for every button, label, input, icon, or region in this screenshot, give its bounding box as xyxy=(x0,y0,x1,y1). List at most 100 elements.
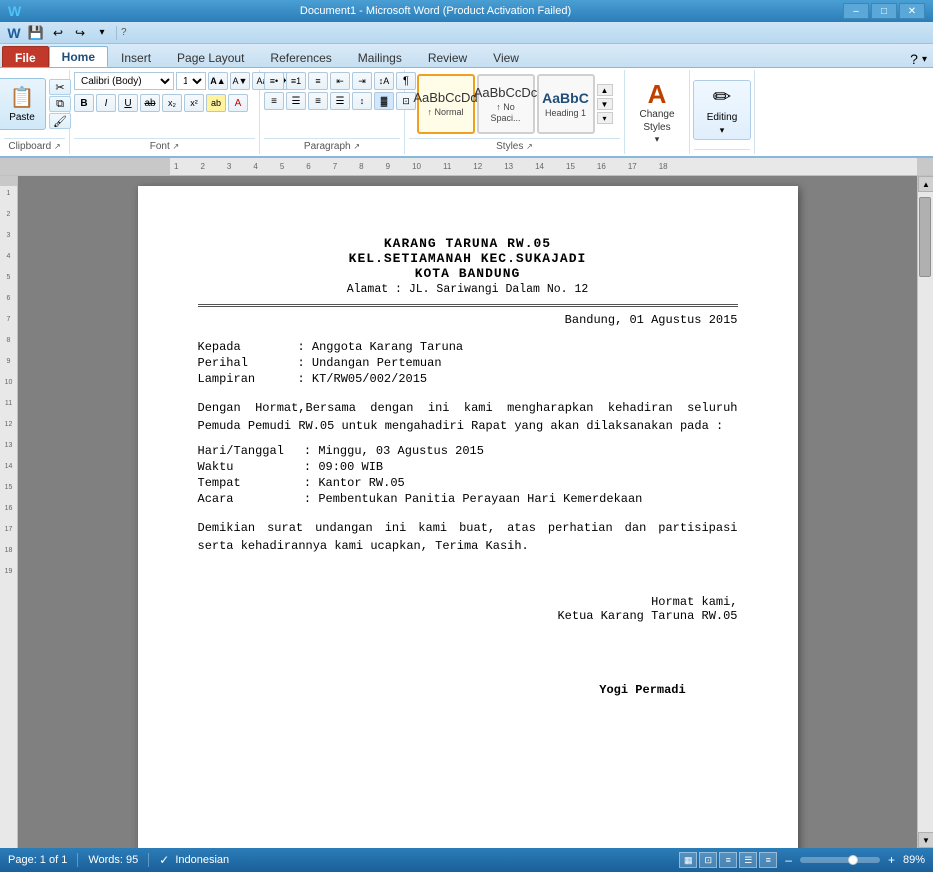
scroll-thumb[interactable] xyxy=(919,197,931,277)
scroll-down-arrow[interactable]: ▼ xyxy=(597,98,613,110)
outline-button[interactable]: ☰ xyxy=(739,852,757,868)
heading1-sample: AaBbC xyxy=(542,90,589,106)
change-styles-button[interactable]: A ChangeStyles ▾ xyxy=(631,76,683,148)
qa-help: ? xyxy=(121,27,127,38)
draft-button[interactable]: ≡ xyxy=(759,852,777,868)
doc-body-para1: Dengan Hormat,Bersama dengan ini kami me… xyxy=(198,399,738,435)
cut-button[interactable]: ✂ xyxy=(49,79,71,95)
align-center-button[interactable]: ☰ xyxy=(286,92,306,110)
detail-label-tanggal: Hari/Tanggal xyxy=(198,443,284,459)
scroll-track[interactable] xyxy=(918,192,933,832)
font-label: Font ↗ xyxy=(74,138,255,152)
italic-button[interactable]: I xyxy=(96,94,116,112)
highlight-button[interactable]: ab xyxy=(206,94,226,112)
detail-row-acara: Acara : Pembentukan Panitia Perayaan Har… xyxy=(198,491,643,507)
doc-divider xyxy=(198,304,738,307)
grow-font-button[interactable]: A▲ xyxy=(208,72,228,90)
format-painter-button[interactable]: 🖌 xyxy=(49,113,71,129)
view-buttons: ▦ ⊡ ≡ ☰ ≡ xyxy=(679,852,777,868)
clipboard-label: Clipboard ↗ xyxy=(4,138,65,152)
nospace-sample: AaBbCcDc xyxy=(474,85,538,100)
ribbon-help[interactable]: ? xyxy=(910,51,918,67)
language-icon: ✓ xyxy=(159,853,169,867)
scroll-more-arrow[interactable]: ▾ xyxy=(597,112,613,124)
undo-button[interactable]: ↩ xyxy=(48,24,68,42)
zoom-slider[interactable] xyxy=(800,857,880,863)
document-page[interactable]: KARANG TARUNA RW.05 KEL.SETIAMANAH KEC.S… xyxy=(138,186,798,848)
vertical-scrollbar: ▲ ▼ xyxy=(917,176,933,848)
font-size-select[interactable]: 11 xyxy=(176,72,206,90)
scroll-down-button[interactable]: ▼ xyxy=(918,832,933,848)
style-nospace-button[interactable]: AaBbCcDc ↑ No Spaci... xyxy=(477,74,535,134)
word-icon: W xyxy=(4,24,24,42)
style-heading1-button[interactable]: AaBbC Heading 1 xyxy=(537,74,595,134)
justify-button[interactable]: ☰ xyxy=(330,92,350,110)
line-spacing-button[interactable]: ↕ xyxy=(352,92,372,110)
doc-date: Bandung, 01 Agustus 2015 xyxy=(198,313,738,327)
zoom-out-button[interactable]: – xyxy=(785,853,792,867)
full-screen-button[interactable]: ⊡ xyxy=(699,852,717,868)
more-button[interactable]: ▾ xyxy=(92,24,112,42)
bold-button[interactable]: B xyxy=(74,94,94,112)
scroll-up-arrow[interactable]: ▲ xyxy=(597,84,613,96)
tab-home[interactable]: Home xyxy=(49,46,108,67)
multilevel-button[interactable]: ≡ xyxy=(308,72,328,90)
scroll-up-button[interactable]: ▲ xyxy=(918,176,933,192)
align-right-button[interactable]: ≡ xyxy=(308,92,328,110)
tab-insert[interactable]: Insert xyxy=(108,46,164,67)
close-button[interactable]: ✕ xyxy=(899,3,925,19)
document-area[interactable]: KARANG TARUNA RW.05 KEL.SETIAMANAH KEC.S… xyxy=(18,176,917,848)
change-styles-label: ChangeStyles xyxy=(639,108,674,134)
ruler-content: 12345 678910 1112131415 161718 xyxy=(170,158,917,175)
zoom-in-button[interactable]: + xyxy=(888,853,895,867)
tab-review[interactable]: Review xyxy=(415,46,480,67)
tab-file[interactable]: File xyxy=(2,46,49,67)
styles-scroll[interactable]: ▲ ▼ ▾ xyxy=(597,84,613,124)
superscript-button[interactable]: x² xyxy=(184,94,204,112)
copy-button[interactable]: ⧉ xyxy=(49,96,71,112)
font-name-select[interactable]: Calibri (Body) xyxy=(74,72,174,90)
bullets-button[interactable]: ≡• xyxy=(264,72,284,90)
decrease-indent-button[interactable]: ⇤ xyxy=(330,72,350,90)
doc-details: Hari/Tanggal : Minggu, 03 Agustus 2015 W… xyxy=(198,443,738,507)
ribbon-more[interactable]: ▾ xyxy=(922,54,927,65)
zoom-thumb[interactable] xyxy=(848,855,858,865)
doc-signature: Hormat kami, Ketua Karang Taruna RW.05 xyxy=(198,595,738,623)
print-layout-button[interactable]: ▦ xyxy=(679,852,697,868)
shrink-font-button[interactable]: A▼ xyxy=(230,72,250,90)
numbering-button[interactable]: ≡1 xyxy=(286,72,306,90)
font-color-button[interactable]: A xyxy=(228,94,248,112)
doc-closing: Demikian surat undangan ini kami buat, a… xyxy=(198,519,738,555)
tab-references[interactable]: References xyxy=(257,46,344,67)
sort-button[interactable]: ↕A xyxy=(374,72,394,90)
underline-button[interactable]: U xyxy=(118,94,138,112)
redo-button[interactable]: ↪ xyxy=(70,24,90,42)
tab-mailings[interactable]: Mailings xyxy=(345,46,415,67)
editing-button[interactable]: ✏ Editing ▾ xyxy=(693,80,751,140)
editing-label: Editing xyxy=(707,112,738,123)
clipboard-group: 📋 Paste ✂ ⧉ 🖌 Clipboard ↗ xyxy=(0,70,70,154)
web-layout-button[interactable]: ≡ xyxy=(719,852,737,868)
save-button[interactable]: 💾 xyxy=(26,24,46,42)
minimize-button[interactable]: – xyxy=(843,3,869,19)
zoom-level: 89% xyxy=(903,854,925,866)
style-normal-button[interactable]: AaBbCcDd ↑ Normal xyxy=(417,74,475,134)
tab-view[interactable]: View xyxy=(480,46,532,67)
editing-icon: ✏ xyxy=(713,84,731,110)
strikethrough-button[interactable]: ab xyxy=(140,94,160,112)
maximize-button[interactable]: □ xyxy=(871,3,897,19)
detail-value-tempat: : Kantor RW.05 xyxy=(304,475,642,491)
detail-label-waktu: Waktu xyxy=(198,459,284,475)
doc-title1: KARANG TARUNA RW.05 xyxy=(198,236,738,251)
increase-indent-button[interactable]: ⇥ xyxy=(352,72,372,90)
paragraph-label: Paragraph ↗ xyxy=(264,138,400,152)
nospace-label: ↑ No Spaci... xyxy=(481,102,531,124)
tab-page-layout[interactable]: Page Layout xyxy=(164,46,257,67)
ruler-left-margin xyxy=(0,158,170,175)
shading-button[interactable]: ▓ xyxy=(374,92,394,110)
align-left-button[interactable]: ≡ xyxy=(264,92,284,110)
paste-button[interactable]: 📋 Paste xyxy=(0,78,46,130)
meta-colon-perihal xyxy=(278,355,298,371)
status-sep1 xyxy=(77,853,78,867)
subscript-button[interactable]: x₂ xyxy=(162,94,182,112)
